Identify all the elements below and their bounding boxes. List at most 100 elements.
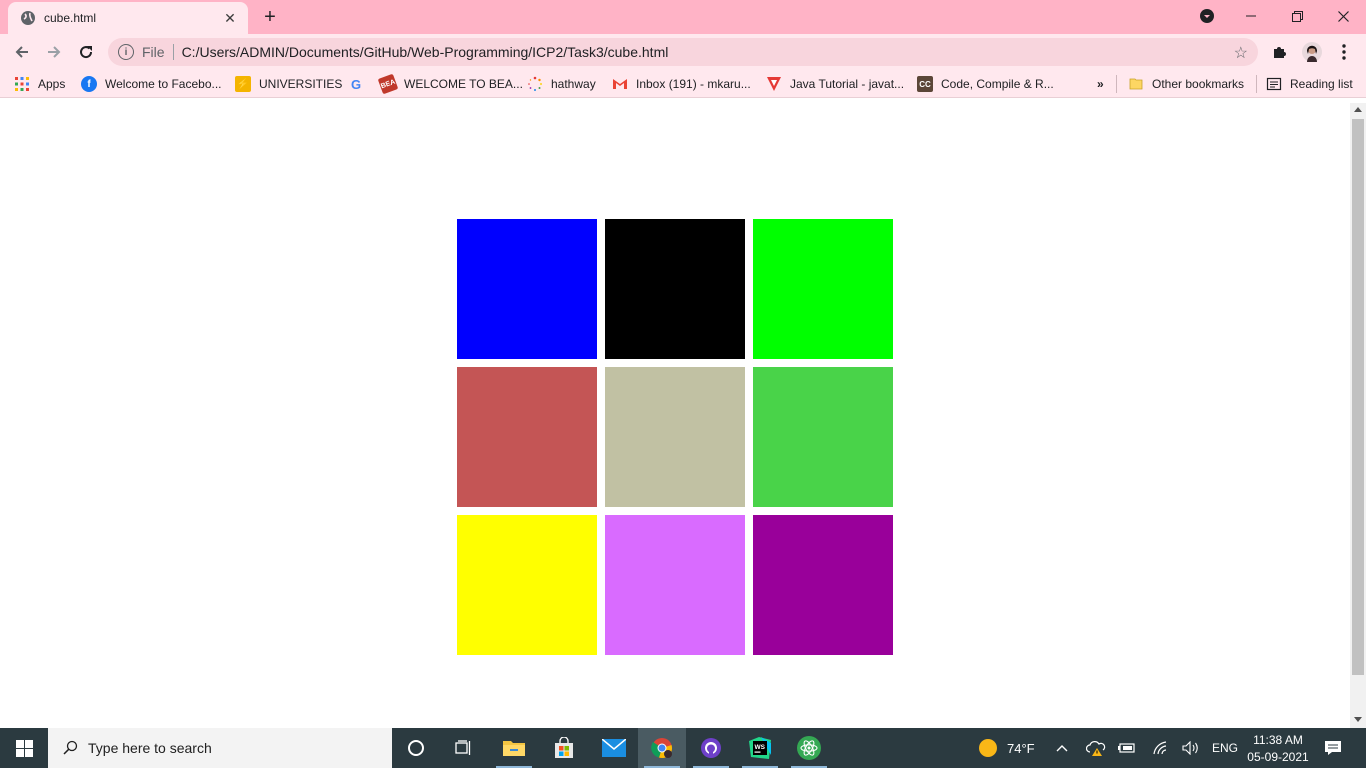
cube-square-4	[457, 367, 597, 507]
show-hidden-icons-button[interactable]	[1056, 728, 1068, 768]
bookmark-codechef[interactable]: CC Code, Compile & R...	[917, 75, 1054, 93]
chrome-icon	[651, 738, 672, 758]
bookmark-label: WELCOME TO BEA...	[404, 77, 523, 91]
tab-title: cube.html	[44, 11, 97, 25]
restore-button[interactable]	[1274, 0, 1320, 32]
taskbar-atom[interactable]	[785, 728, 833, 768]
bookmark-star-icon[interactable]: ☆	[1234, 43, 1248, 63]
taskbar-microsoft-store[interactable]	[540, 728, 588, 768]
battery-icon	[1118, 743, 1135, 753]
store-bag-icon	[555, 737, 573, 758]
bookmarks-divider	[1256, 75, 1257, 93]
avatar-icon	[1302, 42, 1322, 62]
taskbar-search-box[interactable]: Type here to search	[48, 728, 392, 768]
chrome-menu-button[interactable]	[1334, 42, 1354, 62]
javatpoint-icon	[767, 77, 781, 91]
tab-search-button[interactable]	[1184, 0, 1230, 32]
windows-logo-icon	[15, 739, 33, 757]
weather-temperature: 74°F	[1007, 740, 1035, 756]
network-status[interactable]	[1152, 728, 1168, 768]
vertical-scrollbar[interactable]	[1350, 103, 1366, 728]
hathway-icon	[528, 76, 543, 91]
taskbar-github-desktop[interactable]	[687, 728, 735, 768]
bookmark-facebook[interactable]: f Welcome to Facebo...	[81, 75, 222, 93]
folder-icon	[503, 741, 525, 756]
forward-button[interactable]	[40, 38, 68, 66]
chevron-down-circle-icon	[1200, 9, 1214, 23]
codechef-icon: CC	[917, 76, 933, 92]
tab-close-icon[interactable]: ✕	[222, 10, 238, 26]
other-bookmarks-label: Other bookmarks	[1152, 77, 1245, 91]
url-text[interactable]: C:/Users/ADMIN/Documents/GitHub/Web-Prog…	[182, 44, 669, 60]
svg-text:WS: WS	[755, 744, 766, 751]
bookmark-google[interactable]: G	[348, 75, 372, 93]
minimize-icon	[1246, 15, 1256, 17]
page-content	[0, 103, 1350, 728]
cube-square-3	[753, 219, 893, 359]
puzzle-icon	[1274, 47, 1286, 58]
taskbar-webstorm[interactable]: WS	[736, 728, 784, 768]
google-icon: G	[350, 76, 362, 92]
facebook-icon: f	[81, 76, 97, 92]
atom-icon	[797, 736, 821, 760]
scroll-down-arrow-icon[interactable]	[1354, 717, 1362, 722]
reload-button[interactable]	[72, 38, 100, 66]
address-bar[interactable]: i File C:/Users/ADMIN/Documents/GitHub/W…	[108, 38, 1258, 66]
action-center-button[interactable]	[1324, 728, 1342, 768]
start-button[interactable]	[0, 728, 48, 768]
reading-list-label: Reading list	[1290, 77, 1353, 91]
bookmark-java-tutorial[interactable]: Java Tutorial - javat...	[766, 75, 904, 93]
task-view-button[interactable]	[440, 728, 488, 768]
bookmark-welcome-to-bea[interactable]: BEA WELCOME TO BEA...	[377, 73, 523, 95]
reading-list[interactable]: Reading list	[1266, 75, 1353, 93]
profile-avatar[interactable]	[1302, 42, 1322, 62]
cloud-warning-icon	[1086, 741, 1106, 756]
universities-icon: ⚡	[235, 76, 251, 92]
color-cube-grid	[457, 219, 893, 655]
battery-status[interactable]	[1118, 728, 1136, 768]
arrow-right-icon	[48, 46, 61, 58]
bookmarks-bar: Apps f Welcome to Facebo... ⚡ UNIVERSITI…	[0, 70, 1366, 98]
tab-cube-html[interactable]: cube.html ✕	[8, 2, 248, 34]
cortana-button[interactable]	[392, 728, 440, 768]
bookmark-hathway[interactable]: hathway	[527, 75, 596, 93]
input-language[interactable]: ENG	[1212, 728, 1238, 768]
cube-square-7	[457, 515, 597, 655]
extensions-button[interactable]	[1270, 42, 1290, 62]
taskbar-chrome[interactable]	[638, 728, 686, 768]
other-bookmarks[interactable]: Other bookmarks	[1128, 75, 1244, 93]
minimize-button[interactable]	[1228, 0, 1274, 32]
back-button[interactable]	[8, 38, 36, 66]
url-scheme: File	[142, 44, 165, 60]
onedrive-status[interactable]	[1086, 728, 1106, 768]
scrollbar-thumb[interactable]	[1352, 119, 1364, 675]
webstorm-icon: WS	[749, 737, 771, 759]
restore-icon	[1291, 10, 1303, 22]
bookmark-gmail-inbox[interactable]: Inbox (191) - mkaru...	[612, 75, 751, 93]
bookmark-apps[interactable]: Apps	[14, 75, 65, 93]
bookmark-label: hathway	[551, 77, 596, 91]
taskbar-file-explorer[interactable]	[490, 728, 538, 768]
arrow-left-icon	[15, 46, 28, 58]
window-close-button[interactable]	[1320, 0, 1366, 32]
scroll-up-arrow-icon[interactable]	[1354, 107, 1362, 112]
clock[interactable]: 11:38 AM 05-09-2021	[1247, 728, 1309, 768]
volume-control[interactable]	[1182, 728, 1200, 768]
bookmark-universities[interactable]: ⚡ UNIVERSITIES	[235, 75, 342, 93]
clock-time: 11:38 AM	[1253, 732, 1303, 747]
bookmark-label: UNIVERSITIES	[259, 77, 343, 91]
cube-square-9	[753, 515, 893, 655]
globe-icon	[21, 11, 35, 25]
taskbar-mail[interactable]	[590, 728, 638, 768]
speaker-icon	[1182, 741, 1198, 755]
bookmarks-overflow-button[interactable]: »	[1097, 75, 1104, 93]
reading-list-icon	[1266, 77, 1282, 91]
sun-icon	[979, 739, 997, 757]
site-info-icon[interactable]: i	[118, 44, 134, 60]
new-tab-button[interactable]: +	[258, 5, 282, 29]
bookmark-label: Welcome to Facebo...	[105, 77, 222, 91]
url-separator	[172, 44, 174, 60]
gmail-icon	[613, 79, 627, 89]
weather-widget[interactable]: 74°F	[978, 728, 1035, 768]
folder-icon	[1129, 78, 1143, 90]
